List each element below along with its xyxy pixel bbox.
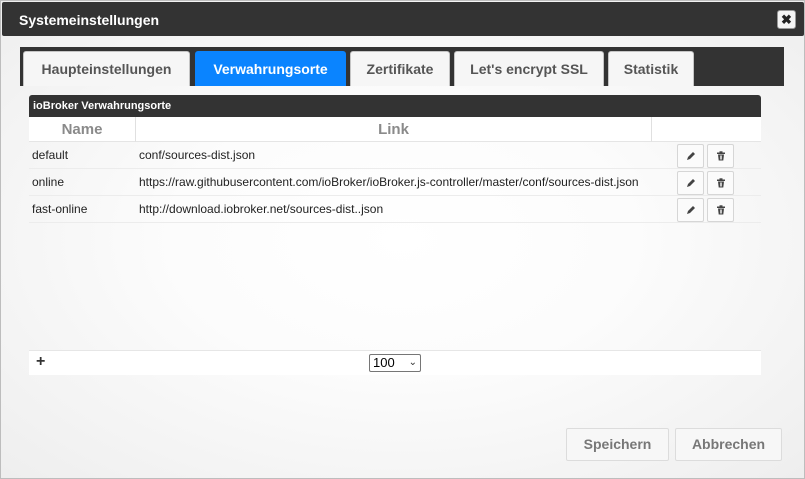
row-name: online bbox=[32, 175, 65, 189]
pencil-icon bbox=[686, 205, 695, 214]
pencil-icon bbox=[686, 151, 695, 160]
delete-button[interactable] bbox=[707, 144, 734, 168]
table-row[interactable]: fast-online http://download.iobroker.net… bbox=[29, 196, 761, 223]
tab-verwahrungsorte[interactable]: Verwahrungsorte bbox=[195, 51, 346, 86]
dialog-title: Systemeinstellungen bbox=[19, 12, 160, 28]
settings-dialog: Systemeinstellungen ✖ Haupteinstellungen… bbox=[0, 0, 805, 479]
trash-icon bbox=[716, 205, 725, 215]
cancel-button[interactable]: Abbrechen bbox=[675, 428, 782, 461]
dialog-titlebar: Systemeinstellungen ✖ bbox=[2, 2, 804, 36]
panel-title: ioBroker Verwahrungsorte bbox=[29, 95, 761, 117]
chevron-down-icon: ⌄ bbox=[408, 357, 417, 368]
row-name: fast-online bbox=[32, 202, 88, 216]
edit-button[interactable] bbox=[677, 198, 704, 222]
table-row[interactable]: default conf/sources-dist.json bbox=[29, 142, 761, 169]
column-header-name[interactable]: Name bbox=[29, 117, 136, 142]
column-header-actions bbox=[652, 117, 761, 142]
close-button[interactable]: ✖ bbox=[777, 10, 796, 29]
tab-lets-encrypt-ssl[interactable]: Let's encrypt SSL bbox=[454, 51, 604, 86]
trash-icon bbox=[716, 151, 725, 161]
edit-button[interactable] bbox=[677, 144, 704, 168]
save-button[interactable]: Speichern bbox=[566, 428, 669, 461]
edit-button[interactable] bbox=[677, 171, 704, 195]
column-header-link[interactable]: Link bbox=[136, 117, 652, 142]
page-size-value: 100 bbox=[373, 355, 395, 370]
row-link: conf/sources-dist.json bbox=[139, 148, 256, 162]
delete-button[interactable] bbox=[707, 171, 734, 195]
pencil-icon bbox=[686, 178, 695, 187]
page-size-select[interactable]: 100 ⌄ bbox=[369, 354, 421, 372]
delete-button[interactable] bbox=[707, 198, 734, 222]
tab-zertifikate[interactable]: Zertifikate bbox=[350, 51, 450, 86]
row-link: https://raw.githubusercontent.com/ioBrok… bbox=[139, 175, 639, 189]
table-footer: + 100 ⌄ bbox=[29, 350, 761, 375]
tab-haupteinstellungen[interactable]: Haupteinstellungen bbox=[23, 51, 190, 86]
trash-icon bbox=[716, 178, 725, 188]
tab-bar: Haupteinstellungen Verwahrungsorte Zerti… bbox=[20, 47, 784, 86]
row-name: default bbox=[32, 148, 69, 162]
row-link: http://download.iobroker.net/sources-dis… bbox=[139, 202, 384, 216]
add-button[interactable]: + bbox=[36, 353, 45, 371]
table-row[interactable]: online https://raw.githubusercontent.com… bbox=[29, 169, 761, 196]
tab-statistik[interactable]: Statistik bbox=[608, 51, 694, 86]
